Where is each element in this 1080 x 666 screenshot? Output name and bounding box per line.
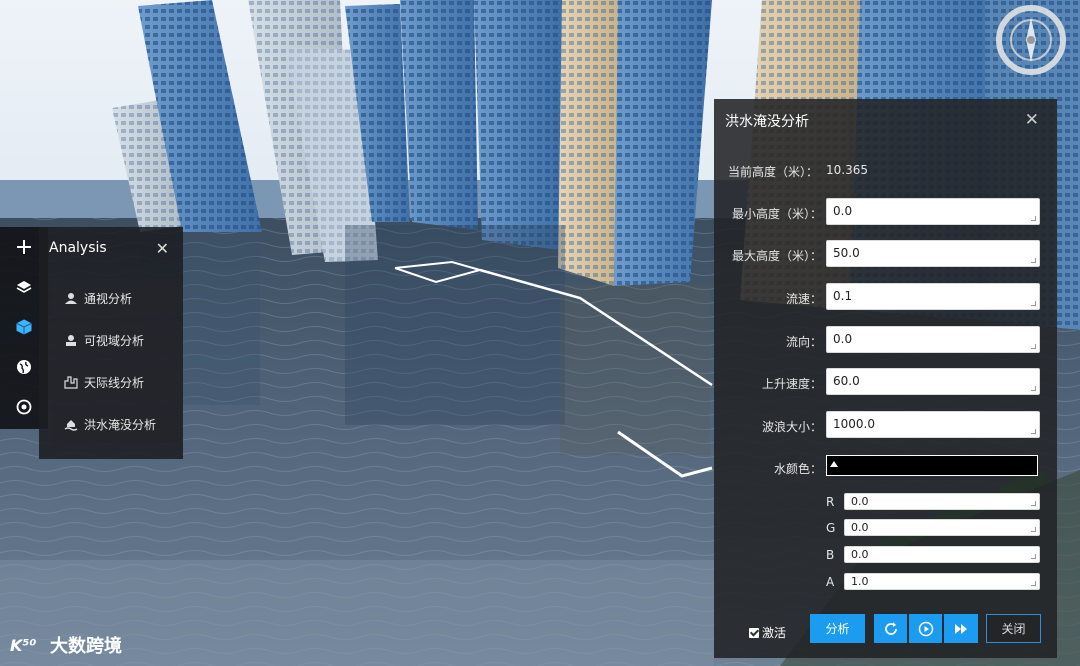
globe-icon [17, 360, 31, 374]
g-label: G [826, 521, 836, 535]
min-height-input[interactable]: 0.0 [826, 198, 1040, 225]
activate-label: 激活 [762, 626, 787, 640]
wave-size-input[interactable]: 1000.0 [826, 411, 1040, 438]
g-value: 0.0 [851, 521, 869, 534]
flood-close-icon[interactable]: ✕ [1025, 110, 1039, 130]
r-label: R [826, 495, 835, 509]
brand-logo-icon: K⁵⁰ [10, 636, 36, 655]
menu-item-viewshed-analysis[interactable]: 可视域分析 [52, 321, 182, 359]
menu-item-label: 通视分析 [84, 291, 133, 306]
max-height-label: 最大高度（米）： [731, 249, 822, 263]
rise-speed-label: 上升速度： [761, 377, 822, 391]
b-label: B [826, 548, 835, 562]
analysis-panel: Analysis ✕ 通视分析 可视域分析 天际线分析 洪水淹没分析 [39, 227, 183, 459]
layers-icon [16, 281, 32, 293]
brand-watermark: K⁵⁰ 大数跨境 [10, 632, 122, 658]
fast-forward-icon [955, 623, 967, 634]
analysis-close-button[interactable]: ✕ [156, 239, 169, 258]
brand-text: 大数跨境 [50, 636, 122, 657]
b-input[interactable]: 0.0 [844, 546, 1040, 563]
viewshed-icon [66, 335, 76, 346]
svg-text:K⁵⁰: K⁵⁰ [10, 636, 36, 655]
speed-input[interactable]: 0.1 [826, 283, 1040, 310]
a-label: A [826, 575, 835, 589]
g-input[interactable]: 0.0 [844, 519, 1040, 536]
rise-speed-value: 60.0 [833, 374, 860, 388]
direction-value: 0.0 [833, 332, 853, 346]
close-button[interactable]: 关闭 [986, 614, 1041, 643]
water-color-picker[interactable] [826, 455, 1038, 476]
min-height-label: 最小高度（米）： [731, 207, 822, 221]
max-height-value: 50.0 [833, 246, 860, 260]
flood-panel-title: 洪水淹没分析 [725, 114, 809, 130]
max-height-input[interactable]: 50.0 [826, 240, 1040, 267]
checkbox-checked-icon [749, 627, 759, 638]
refresh-icon [884, 621, 897, 635]
b-value: 0.0 [851, 548, 869, 561]
r-input[interactable]: 0.0 [844, 493, 1040, 510]
triangle-up-icon [830, 461, 838, 467]
compass-icon[interactable] [995, 4, 1067, 76]
menu-item-label: 洪水淹没分析 [84, 417, 157, 432]
r-value: 0.0 [851, 495, 869, 508]
flood-analysis-panel: 洪水淹没分析 ✕ 当前高度（米）： 10.365 最小高度（米）： 0.0 最大… [714, 99, 1057, 658]
flood-icon [64, 420, 78, 431]
menu-item-label: 可视域分析 [84, 333, 145, 348]
target-icon [16, 399, 32, 415]
a-value: 1.0 [851, 575, 869, 588]
menu-item-flood-analysis[interactable]: 洪水淹没分析 [52, 405, 182, 443]
current-height-label: 当前高度（米）： [728, 165, 819, 179]
direction-label: 流向： [785, 335, 822, 349]
water-color-label: 水颜色： [773, 462, 822, 476]
activate-checkbox[interactable]: 激活 [749, 624, 786, 641]
min-height-value: 0.0 [833, 204, 853, 218]
menu-item-label: 天际线分析 [84, 375, 145, 390]
rise-speed-input[interactable]: 60.0 [826, 368, 1040, 395]
analyze-button[interactable]: 分析 [810, 614, 865, 643]
refresh-button[interactable] [874, 614, 907, 643]
wave-size-label: 波浪大小： [761, 420, 822, 434]
plus-icon [17, 240, 31, 254]
menu-item-skyline-analysis[interactable]: 天际线分析 [52, 363, 182, 401]
cube-icon [16, 319, 32, 335]
speed-value: 0.1 [833, 289, 853, 303]
play-icon [918, 621, 933, 636]
sight-icon [65, 293, 77, 304]
menu-item-sight-analysis[interactable]: 通视分析 [52, 279, 182, 317]
play-button[interactable] [909, 614, 942, 643]
current-height-value: 10.365 [826, 163, 868, 177]
fast-forward-button[interactable] [944, 614, 978, 643]
skyline-icon [64, 376, 78, 389]
speed-label: 流速： [785, 292, 822, 306]
direction-input[interactable]: 0.0 [826, 326, 1040, 353]
a-input[interactable]: 1.0 [844, 573, 1040, 590]
wave-size-value: 1000.0 [833, 417, 875, 431]
